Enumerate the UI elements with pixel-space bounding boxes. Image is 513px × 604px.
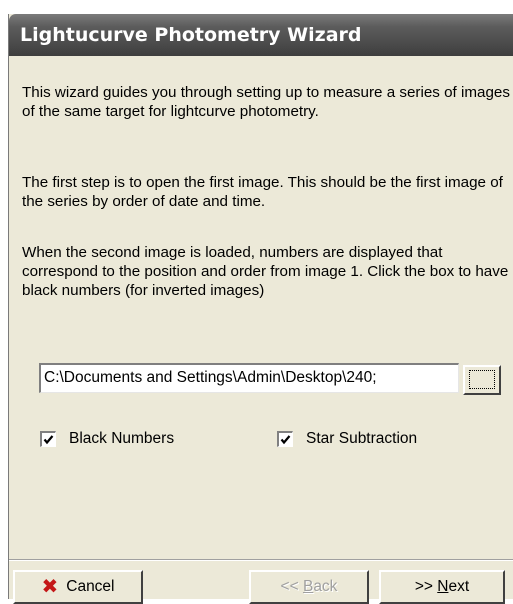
back-mnemonic: B (302, 578, 314, 595)
button-divider (9, 559, 513, 561)
checkmark-icon (280, 435, 291, 445)
numbers-info-paragraph: When the second image is loaded, numbers… (22, 244, 509, 299)
intro-paragraph: This wizard guides you through setting u… (22, 84, 510, 120)
window-title: Lightucurve Photometry Wizard (20, 24, 362, 46)
black-numbers-checkbox[interactable] (40, 431, 56, 447)
next-mnemonic: N (437, 578, 449, 595)
back-label-rest: ack (313, 578, 338, 595)
image-path-input[interactable]: C:\Documents and Settings\Admin\Desktop\… (39, 363, 459, 393)
star-subtraction-checkbox[interactable] (277, 431, 293, 447)
title-bar[interactable]: Lightucurve Photometry Wizard (9, 14, 513, 56)
ellipsis-browse-icon (469, 370, 495, 389)
checkmark-icon (43, 435, 54, 445)
black-numbers-label[interactable]: Black Numbers (69, 430, 174, 448)
back-prefix: << (280, 578, 303, 595)
next-prefix: >> (414, 578, 438, 595)
star-subtraction-label[interactable]: Star Subtraction (306, 430, 417, 448)
cancel-label: Cancel (66, 578, 115, 595)
browse-button[interactable] (463, 365, 501, 395)
wizard-window: Lightucurve Photometry Wizard This wizar… (8, 14, 513, 604)
red-x-icon: ✖ (41, 576, 59, 598)
first-step-paragraph: The first step is to open the first imag… (22, 174, 503, 210)
star-subtraction-option[interactable]: Star Subtraction (277, 430, 417, 448)
black-numbers-option[interactable]: Black Numbers (40, 430, 174, 448)
next-label-rest: ext (448, 578, 470, 595)
